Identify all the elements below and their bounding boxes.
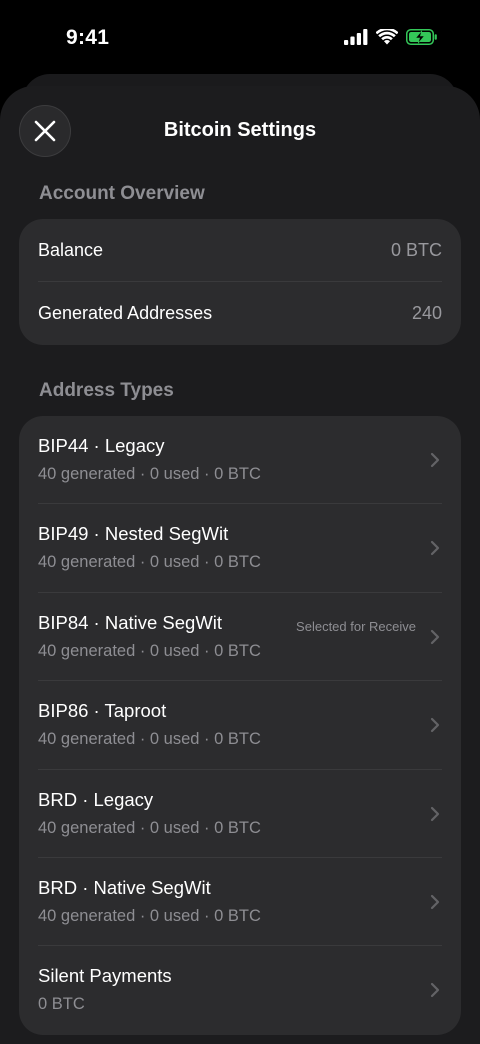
address-type-detail: 40 generated · 0 used · 0 BTC (38, 818, 261, 837)
address-type-detail: 40 generated · 0 used · 0 BTC (38, 641, 261, 660)
status-bar: 9:41 (0, 0, 480, 76)
chevron-right-icon (430, 541, 440, 556)
generated-addresses-row: Generated Addresses 240 (19, 282, 461, 345)
page-title: Bitcoin Settings (163, 119, 317, 141)
address-type-name: BRD · Legacy (38, 788, 154, 810)
address-type-row-bip49-nested-segwit[interactable]: BIP49 · Nested SegWit 40 generated · 0 u… (19, 504, 461, 593)
selected-for-receive-badge: Selected for Receive (296, 618, 416, 634)
status-icons (344, 29, 438, 45)
wifi-icon (376, 29, 398, 45)
balance-value: 0 BTC (390, 240, 442, 260)
balance-row: Balance 0 BTC (19, 219, 461, 282)
chevron-right-icon (430, 718, 440, 733)
account-overview-card: Balance 0 BTC Generated Addresses 240 (19, 219, 461, 345)
address-type-name: BRD · Native SegWit (38, 876, 211, 898)
status-time: 9:41 (66, 26, 110, 49)
address-type-name: BIP86 · Taproot (38, 700, 167, 722)
address-type-detail: 0 BTC (38, 995, 85, 1014)
address-types-card: BIP44 · Legacy 40 generated · 0 used · 0… (19, 416, 461, 1035)
chevron-right-icon (430, 894, 440, 910)
address-type-detail: 40 generated · 0 used · 0 BTC (38, 553, 261, 572)
generated-addresses-value: 240 (411, 303, 442, 323)
account-overview-header: Account Overview (39, 183, 205, 204)
bitcoin-settings-sheet: Bitcoin Settings Account Overview Balanc… (0, 86, 480, 1044)
address-type-row-bip84-native-segwit[interactable]: BIP84 · Native SegWit 40 generated · 0 u… (19, 593, 461, 682)
address-type-row-bip86-taproot[interactable]: BIP86 · Taproot 40 generated · 0 used · … (19, 681, 461, 770)
chevron-right-icon (430, 629, 440, 644)
chevron-right-icon (430, 452, 440, 468)
address-type-detail: 40 generated · 0 used · 0 BTC (38, 906, 261, 925)
address-types-header: Address Types (39, 380, 174, 401)
cellular-signal-icon (344, 29, 368, 45)
battery-charging-icon (406, 29, 437, 45)
address-type-row-silent-payments[interactable]: Silent Payments 0 BTC (19, 946, 461, 1034)
balance-label: Balance (38, 240, 104, 260)
address-type-name: BIP44 · Legacy (38, 435, 165, 456)
address-type-row-brd-native-segwit[interactable]: BRD · Native SegWit 40 generated · 0 use… (19, 858, 461, 947)
address-type-row-bip44-legacy[interactable]: BIP44 · Legacy 40 generated · 0 used · 0… (19, 416, 461, 505)
address-type-detail: 40 generated · 0 used · 0 BTC (38, 465, 261, 483)
address-type-name: BIP49 · Nested SegWit (38, 523, 229, 545)
generated-addresses-label: Generated Addresses (38, 303, 213, 323)
address-type-row-brd-legacy[interactable]: BRD · Legacy 40 generated · 0 used · 0 B… (19, 770, 461, 858)
address-type-name: Silent Payments (38, 965, 172, 987)
address-type-detail: 40 generated · 0 used · 0 BTC (38, 730, 261, 749)
chevron-right-icon (430, 983, 440, 998)
chevron-right-icon (430, 806, 440, 821)
